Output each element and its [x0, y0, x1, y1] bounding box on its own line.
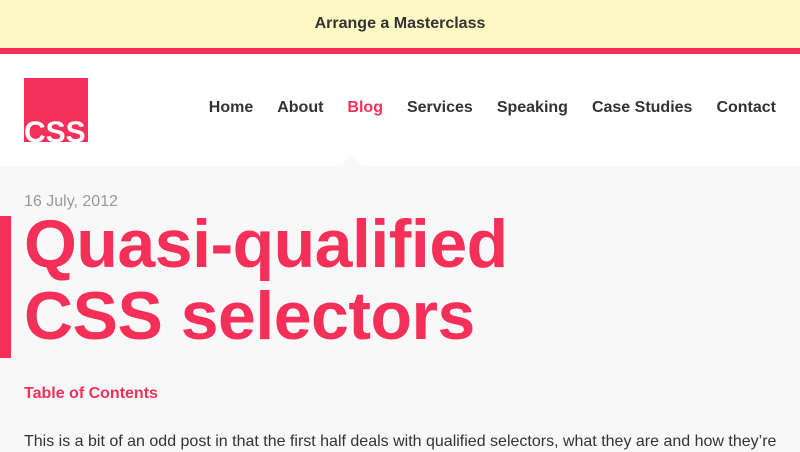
nav-item-about[interactable]: About	[277, 98, 323, 118]
table-of-contents-link[interactable]: Table of Contents	[24, 385, 158, 403]
masterclass-banner-link[interactable]: Arrange a Masterclass	[0, 0, 800, 48]
nav-item-services[interactable]: Services	[407, 98, 473, 118]
main-nav: Home About Blog Services Speaking Case S…	[185, 98, 776, 118]
nav-item-blog[interactable]: Blog	[347, 98, 383, 118]
site-header: CSS Home About Blog Services Speaking Ca…	[0, 54, 800, 166]
post-content: 16 July, 2012 Quasi-qualified CSS select…	[0, 166, 800, 450]
title-accent-bar	[0, 216, 11, 358]
logo-text: CSS	[24, 116, 86, 143]
nav-item-speaking[interactable]: Speaking	[497, 98, 568, 118]
site-logo[interactable]: CSS	[24, 78, 88, 142]
nav-item-case-studies[interactable]: Case Studies	[592, 98, 692, 118]
nav-item-home[interactable]: Home	[209, 98, 253, 118]
nav-item-contact[interactable]: Contact	[716, 98, 776, 118]
post-title-line-2: CSS selectors	[24, 278, 475, 354]
post-title-line-1: Quasi-qualified	[24, 206, 508, 282]
active-nav-pointer	[340, 155, 362, 166]
post-intro-paragraph: This is a bit of an odd post in that the…	[24, 433, 777, 450]
post-title: Quasi-qualified CSS selectors	[24, 208, 764, 352]
